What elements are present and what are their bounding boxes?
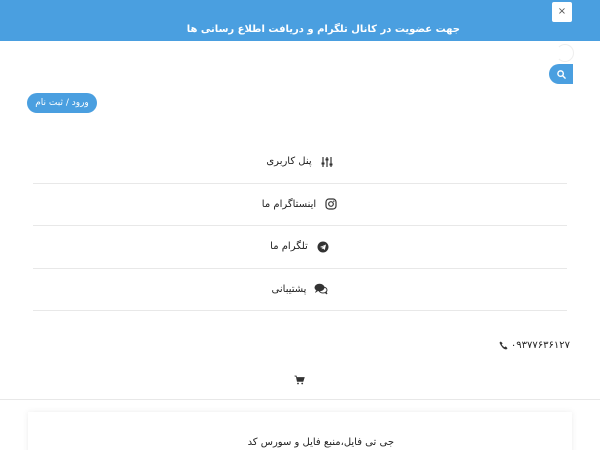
menu-item-telegram[interactable]: تلگرام ما	[33, 226, 567, 269]
footer-title: جی تی فایل،منبع فایل و سورس کد	[247, 437, 394, 448]
logo-placeholder	[556, 44, 574, 62]
search-button[interactable]	[549, 64, 573, 84]
side-menu: پنل کاربری اینستاگرام ما تلگرام ما پشتیب…	[33, 141, 567, 311]
cart-icon	[294, 375, 305, 385]
menu-item-instagram[interactable]: اینستاگرام ما	[33, 184, 567, 226]
phone-icon	[499, 341, 508, 350]
menu-item-label: اینستاگرام ما	[261, 198, 317, 210]
telegram-icon	[316, 240, 330, 254]
banner-message[interactable]: جهت عضویت در کانال تلگرام و دریافت اطلاع…	[187, 24, 460, 35]
menu-item-label: پنل کاربری	[266, 156, 312, 168]
menu-item-label: تلگرام ما	[270, 241, 308, 253]
login-register-button[interactable]: ورود / ثبت نام	[27, 93, 97, 113]
phone-number: ۰۹۳۷۷۶۳۶۱۲۷	[510, 340, 570, 351]
sliders-icon	[320, 155, 334, 169]
telegram-banner[interactable]: جهت عضویت در کانال تلگرام و دریافت اطلاع…	[0, 0, 600, 41]
chat-icon	[314, 282, 328, 296]
cart-button[interactable]	[294, 370, 306, 385]
footer-divider	[0, 399, 600, 400]
menu-item-support[interactable]: پشتیبانی	[33, 269, 567, 311]
contact-phone[interactable]: ۰۹۳۷۷۶۳۶۱۲۷	[499, 340, 570, 351]
menu-item-user-panel[interactable]: پنل کاربری	[33, 141, 567, 184]
menu-item-label: پشتیبانی	[271, 283, 307, 295]
close-banner-button[interactable]: ×	[552, 2, 572, 22]
instagram-icon	[324, 197, 338, 211]
search-icon	[556, 69, 566, 79]
